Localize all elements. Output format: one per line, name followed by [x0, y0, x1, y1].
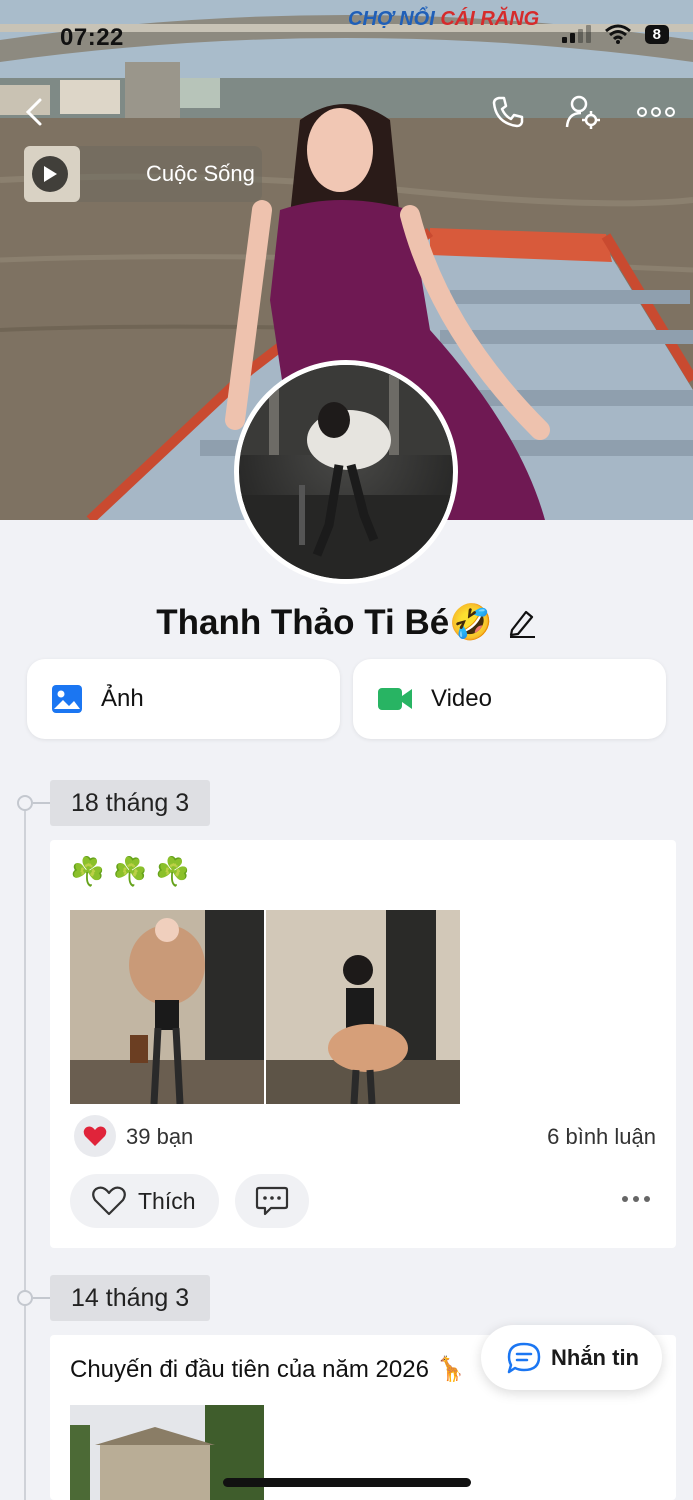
date-chip: 18 tháng 3: [50, 780, 211, 826]
like-button[interactable]: Thích: [70, 1174, 219, 1228]
post-photo[interactable]: [70, 910, 264, 1104]
post-photo-image: [70, 910, 264, 1104]
pencil-icon[interactable]: [507, 608, 537, 638]
post-photo-image: [266, 910, 460, 1104]
post-photo[interactable]: [266, 910, 460, 1104]
timeline-connector: [33, 802, 51, 804]
timeline-line: [24, 803, 26, 1500]
video-camera-icon: [378, 688, 412, 710]
comment-button[interactable]: [235, 1174, 309, 1228]
image-icon: [52, 685, 82, 713]
videos-button[interactable]: Video: [353, 659, 666, 739]
chat-bubble-icon: [507, 1342, 541, 1373]
more-options-button[interactable]: [636, 92, 676, 132]
post-text: ☘️ ☘️ ☘️: [70, 856, 191, 887]
profile-settings-button[interactable]: [563, 92, 603, 132]
photos-label: Ảnh: [101, 685, 144, 712]
battery-indicator: 8: [644, 24, 669, 44]
status-time: 07:22: [60, 24, 124, 51]
message-label: Nhắn tin: [551, 1344, 639, 1370]
post-more-button[interactable]: [618, 1184, 654, 1214]
profile-music-chip[interactable]: Cuộc Sống: [24, 146, 262, 202]
profile-avatar[interactable]: [234, 360, 458, 584]
music-title: Cuộc Sống: [146, 161, 255, 186]
more-horizontal-icon: [622, 1196, 650, 1202]
user-settings-icon: [565, 95, 600, 129]
timeline-connector: [33, 1297, 51, 1299]
comment-icon: [255, 1186, 289, 1216]
heart-outline-icon: [92, 1186, 126, 1216]
music-thumbnail: [24, 146, 80, 202]
play-icon: [32, 156, 68, 192]
photos-button[interactable]: Ảnh: [27, 659, 340, 739]
chevron-left-icon: [25, 98, 42, 126]
post-card[interactable]: ☘️ ☘️ ☘️ 39 bạn 6 bình luận Thích: [50, 840, 676, 1248]
reaction-count[interactable]: 39 bạn: [126, 1124, 193, 1150]
reactions-button[interactable]: [74, 1115, 116, 1157]
phone-icon: [492, 96, 524, 128]
status-indicators: 8: [561, 24, 669, 44]
message-button[interactable]: Nhắn tin: [481, 1325, 662, 1390]
back-button[interactable]: [14, 92, 54, 132]
timeline-dot: [17, 795, 33, 811]
more-horizontal-icon: [637, 107, 675, 117]
cellular-signal-icon: [561, 25, 591, 43]
date-chip: 14 tháng 3: [50, 1275, 211, 1321]
profile-name: Thanh Thảo Ti Bé🤣: [156, 603, 493, 642]
cover-sign: CHỢ NỔI CÁI RĂNG: [348, 8, 540, 30]
timeline-dot: [17, 1290, 33, 1306]
home-indicator[interactable]: [223, 1478, 471, 1487]
avatar-photo: [239, 365, 453, 579]
heart-icon: [83, 1126, 107, 1146]
wifi-icon: [604, 24, 631, 44]
videos-label: Video: [431, 685, 492, 712]
comment-count[interactable]: 6 bình luận: [547, 1124, 656, 1150]
profile-name-row: Thanh Thảo Ti Bé🤣: [0, 602, 693, 643]
like-label: Thích: [138, 1187, 196, 1214]
call-button[interactable]: [488, 92, 528, 132]
post-text: Chuyến đi đầu tiên của năm 2026 🦒: [70, 1356, 466, 1383]
